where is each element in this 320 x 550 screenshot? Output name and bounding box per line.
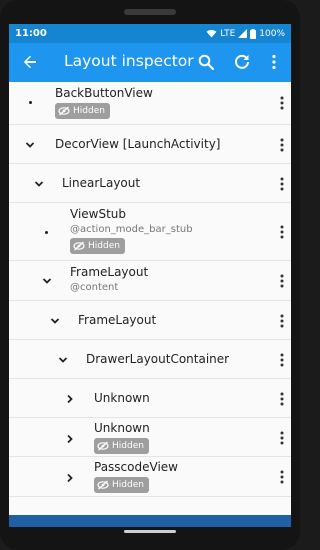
hidden-label: Hidden bbox=[112, 480, 144, 490]
page-title: Layout inspector bbox=[64, 52, 194, 70]
tree-row[interactable]: BackButtonView Hidden bbox=[9, 82, 291, 125]
back-arrow-icon[interactable] bbox=[22, 54, 38, 70]
chevron-right-icon[interactable] bbox=[65, 473, 75, 483]
view-name: FrameLayout bbox=[78, 313, 157, 327]
chevron-right-icon[interactable] bbox=[65, 434, 75, 444]
row-menu-icon[interactable] bbox=[280, 353, 284, 367]
tree-row[interactable]: FrameLayout @content bbox=[9, 261, 291, 301]
tree-row[interactable]: Unknown Hidden bbox=[9, 418, 291, 457]
view-name: Unknown bbox=[94, 421, 150, 435]
row-menu-icon[interactable] bbox=[280, 470, 284, 484]
row-menu-icon[interactable] bbox=[280, 177, 284, 191]
chevron-right-icon[interactable] bbox=[65, 394, 75, 404]
hidden-label: Hidden bbox=[88, 241, 120, 251]
row-menu-icon[interactable] bbox=[280, 138, 284, 152]
view-id: @action_mode_bar_stub bbox=[70, 224, 193, 235]
wifi-icon bbox=[206, 30, 217, 38]
view-name: LinearLayout bbox=[62, 176, 141, 190]
eye-off-icon bbox=[58, 106, 70, 116]
tree-row[interactable]: DecorView [LaunchActivity] bbox=[9, 125, 291, 164]
view-name: ViewStub bbox=[70, 207, 127, 221]
tree-row[interactable]: Unknown bbox=[9, 379, 291, 418]
view-name: DecorView [LaunchActivity] bbox=[55, 137, 221, 151]
phone-frame: 11:00 LTE 100% Layout inspector BackButt… bbox=[0, 0, 300, 550]
hidden-badge: Hidden bbox=[55, 103, 110, 119]
view-name: BackButtonView bbox=[55, 86, 153, 100]
eye-off-icon bbox=[97, 480, 109, 490]
hidden-label: Hidden bbox=[73, 106, 105, 116]
app-bar: Layout inspector bbox=[9, 43, 291, 82]
hidden-badge: Hidden bbox=[94, 438, 149, 454]
view-id: @content bbox=[70, 282, 119, 293]
chevron-down-icon[interactable] bbox=[50, 316, 60, 326]
bottom-nav-bar bbox=[9, 515, 291, 527]
network-type: LTE bbox=[220, 28, 236, 39]
view-name: Unknown bbox=[94, 391, 150, 405]
battery-level: 100% bbox=[259, 28, 285, 39]
row-menu-icon[interactable] bbox=[280, 96, 284, 110]
status-bar: 11:00 LTE 100% bbox=[9, 24, 291, 43]
tree-row[interactable]: FrameLayout bbox=[9, 301, 291, 340]
refresh-icon[interactable] bbox=[233, 53, 251, 71]
more-vert-icon[interactable] bbox=[265, 53, 283, 71]
tree-row[interactable]: LinearLayout bbox=[9, 164, 291, 203]
row-menu-icon[interactable] bbox=[280, 392, 284, 406]
view-tree-list: BackButtonView Hidden DecorView [LaunchA… bbox=[9, 82, 291, 497]
eye-off-icon bbox=[73, 241, 85, 251]
chevron-down-icon[interactable] bbox=[42, 276, 52, 286]
signal-icon bbox=[238, 29, 248, 38]
search-icon[interactable] bbox=[197, 53, 215, 71]
tree-row[interactable]: DrawerLayoutContainer bbox=[9, 340, 291, 379]
leaf-bullet-icon bbox=[29, 101, 32, 104]
tree-row[interactable]: PasscodeView Hidden bbox=[9, 457, 291, 497]
row-menu-icon[interactable] bbox=[280, 225, 284, 239]
speaker-grille bbox=[124, 9, 176, 15]
row-menu-icon[interactable] bbox=[280, 314, 284, 328]
status-time: 11:00 bbox=[15, 28, 47, 39]
battery-icon bbox=[250, 28, 257, 39]
chevron-down-icon[interactable] bbox=[58, 355, 68, 365]
hidden-label: Hidden bbox=[112, 441, 144, 451]
view-name: DrawerLayoutContainer bbox=[86, 352, 230, 366]
chevron-down-icon[interactable] bbox=[34, 179, 44, 189]
leaf-bullet-icon bbox=[45, 231, 48, 234]
home-indicator[interactable] bbox=[124, 530, 176, 533]
hidden-badge: Hidden bbox=[70, 238, 125, 254]
tree-row[interactable]: ViewStub @action_mode_bar_stub Hidden bbox=[9, 203, 291, 261]
row-menu-icon[interactable] bbox=[280, 274, 284, 288]
view-name: PasscodeView bbox=[94, 460, 178, 474]
view-name: FrameLayout bbox=[70, 265, 149, 279]
status-icons: LTE 100% bbox=[206, 28, 285, 39]
hidden-badge: Hidden bbox=[94, 477, 149, 493]
row-menu-icon[interactable] bbox=[280, 431, 284, 445]
eye-off-icon bbox=[97, 441, 109, 451]
chevron-down-icon[interactable] bbox=[25, 140, 35, 150]
screen: 11:00 LTE 100% Layout inspector BackButt… bbox=[9, 24, 291, 527]
